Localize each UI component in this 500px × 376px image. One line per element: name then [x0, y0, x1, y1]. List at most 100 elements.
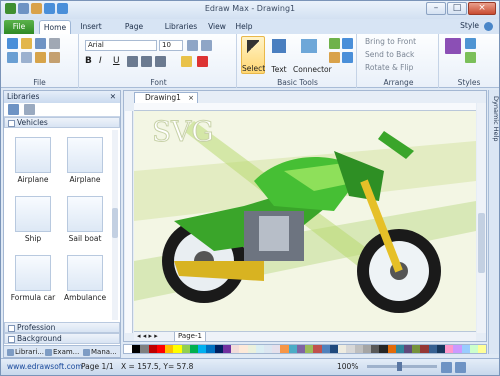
- shrink-font-icon[interactable]: [201, 40, 212, 51]
- underline-icon[interactable]: U: [113, 56, 124, 67]
- line-tool-icon[interactable]: [342, 38, 353, 49]
- theme-icon[interactable]: [445, 38, 461, 54]
- palette-swatch[interactable]: [206, 345, 215, 353]
- connector-button[interactable]: Connector: [293, 36, 332, 74]
- website-link[interactable]: www.edrawsoft.com: [7, 359, 83, 375]
- palette-swatch[interactable]: [436, 345, 446, 353]
- palette-swatch[interactable]: [280, 345, 289, 353]
- palette-swatch[interactable]: [420, 345, 429, 353]
- palette-swatch[interactable]: [338, 345, 347, 353]
- palette-swatch[interactable]: [362, 345, 372, 353]
- canvas-vertical-scrollbar[interactable]: [477, 103, 486, 333]
- select-button[interactable]: Select: [241, 36, 265, 74]
- palette-swatch[interactable]: [140, 345, 149, 353]
- highlight-icon[interactable]: [181, 56, 192, 67]
- palette-swatch[interactable]: [445, 345, 454, 353]
- open-file-icon[interactable]: [21, 38, 32, 49]
- tab-libraries-pane[interactable]: Librari...: [6, 347, 44, 357]
- font-name-select[interactable]: Arial: [85, 40, 157, 51]
- palette-swatch[interactable]: [239, 345, 248, 353]
- pencil-icon[interactable]: [329, 38, 340, 49]
- italic-icon[interactable]: I: [99, 56, 110, 67]
- align-center-icon[interactable]: [141, 56, 152, 67]
- zoom-slider[interactable]: [367, 362, 437, 371]
- tab-manager-pane[interactable]: Mana...: [82, 347, 117, 357]
- palette-swatch[interactable]: [379, 345, 388, 353]
- palette-swatch[interactable]: [198, 345, 207, 353]
- palette-swatch[interactable]: [181, 345, 190, 353]
- bring-to-front-button[interactable]: Bring to Front: [365, 37, 416, 46]
- tab-insert[interactable]: Insert: [76, 20, 106, 34]
- rotate-flip-button[interactable]: Rotate & Flip: [365, 63, 413, 72]
- palette-swatch[interactable]: [469, 345, 479, 353]
- full-screen-icon[interactable]: [455, 362, 466, 373]
- palette-swatch[interactable]: [222, 345, 232, 353]
- palette-swatch[interactable]: [124, 345, 133, 353]
- library-menu-icon[interactable]: [8, 104, 19, 115]
- palette-swatch[interactable]: [272, 345, 281, 353]
- drawing-canvas[interactable]: SVG: [134, 111, 476, 333]
- close-button[interactable]: ×: [468, 2, 496, 15]
- shape-formula-car[interactable]: Formula car: [8, 254, 58, 304]
- section-profession[interactable]: Profession: [4, 322, 120, 333]
- shape-airplane-2[interactable]: Airplane: [60, 136, 110, 186]
- palette-swatch[interactable]: [329, 345, 339, 353]
- palette-swatch[interactable]: [346, 345, 355, 353]
- palette-swatch[interactable]: [478, 345, 487, 353]
- palette-swatch[interactable]: [403, 345, 413, 353]
- dynamic-help-tab[interactable]: Dynamic Help: [489, 96, 499, 156]
- grow-font-icon[interactable]: [187, 40, 198, 51]
- rectangle-icon[interactable]: [342, 52, 353, 63]
- close-document-icon[interactable]: ×: [188, 93, 194, 103]
- save-file-icon[interactable]: [35, 38, 46, 49]
- palette-swatch[interactable]: [231, 345, 240, 353]
- minimize-button[interactable]: –: [426, 2, 446, 15]
- palette-swatch[interactable]: [247, 345, 256, 353]
- tab-help[interactable]: Help: [233, 20, 255, 34]
- palette-swatch[interactable]: [305, 345, 314, 353]
- library-search-icon[interactable]: [24, 104, 35, 115]
- palette-swatch[interactable]: [255, 345, 264, 353]
- bold-icon[interactable]: B: [85, 56, 96, 67]
- shape-ship[interactable]: Ship: [8, 195, 58, 245]
- palette-swatch[interactable]: [354, 345, 363, 353]
- palette-swatch[interactable]: [263, 345, 273, 353]
- tab-file[interactable]: File: [4, 20, 34, 34]
- library-scroll-thumb[interactable]: [112, 208, 118, 238]
- fill-icon[interactable]: [465, 38, 476, 49]
- section-background[interactable]: Background: [4, 333, 120, 344]
- palette-swatch[interactable]: [428, 345, 437, 353]
- tab-view[interactable]: View: [206, 20, 228, 34]
- palette-swatch[interactable]: [321, 345, 330, 353]
- tab-libraries[interactable]: Libraries: [161, 20, 201, 34]
- palette-swatch[interactable]: [148, 345, 157, 353]
- palette-swatch[interactable]: [288, 345, 297, 353]
- paste-icon[interactable]: [35, 52, 46, 63]
- print-icon[interactable]: [49, 38, 60, 49]
- align-left-icon[interactable]: [127, 56, 138, 67]
- tab-home[interactable]: Home: [39, 20, 71, 34]
- tab-page-layout[interactable]: Page Layout: [111, 20, 157, 44]
- palette-swatch[interactable]: [189, 345, 199, 353]
- palette-swatch[interactable]: [165, 345, 174, 353]
- maximize-button[interactable]: □: [447, 2, 467, 15]
- zoom-slider-thumb[interactable]: [397, 362, 402, 371]
- palette-swatch[interactable]: [313, 345, 322, 353]
- new-icon[interactable]: [7, 38, 18, 49]
- palette-swatch[interactable]: [214, 345, 223, 353]
- shape-airplane-1[interactable]: Airplane: [8, 136, 58, 186]
- library-scrollbar[interactable]: [112, 130, 118, 320]
- palette-swatch[interactable]: [296, 345, 306, 353]
- document-tab[interactable]: Drawing1 ×: [134, 92, 198, 103]
- fit-page-icon[interactable]: [441, 362, 452, 373]
- line-style-icon[interactable]: [465, 52, 476, 63]
- copy-icon[interactable]: [21, 52, 32, 63]
- shape-sail-boat[interactable]: Sail boat: [60, 195, 110, 245]
- section-vehicles[interactable]: Vehicles: [4, 117, 120, 128]
- shape-ambulance[interactable]: Ambulance: [60, 254, 110, 304]
- help-icon[interactable]: [484, 22, 493, 31]
- font-color-icon[interactable]: [197, 56, 208, 67]
- palette-swatch[interactable]: [461, 345, 470, 353]
- palette-swatch[interactable]: [412, 345, 421, 353]
- canvas-scroll-thumb[interactable]: [478, 213, 485, 273]
